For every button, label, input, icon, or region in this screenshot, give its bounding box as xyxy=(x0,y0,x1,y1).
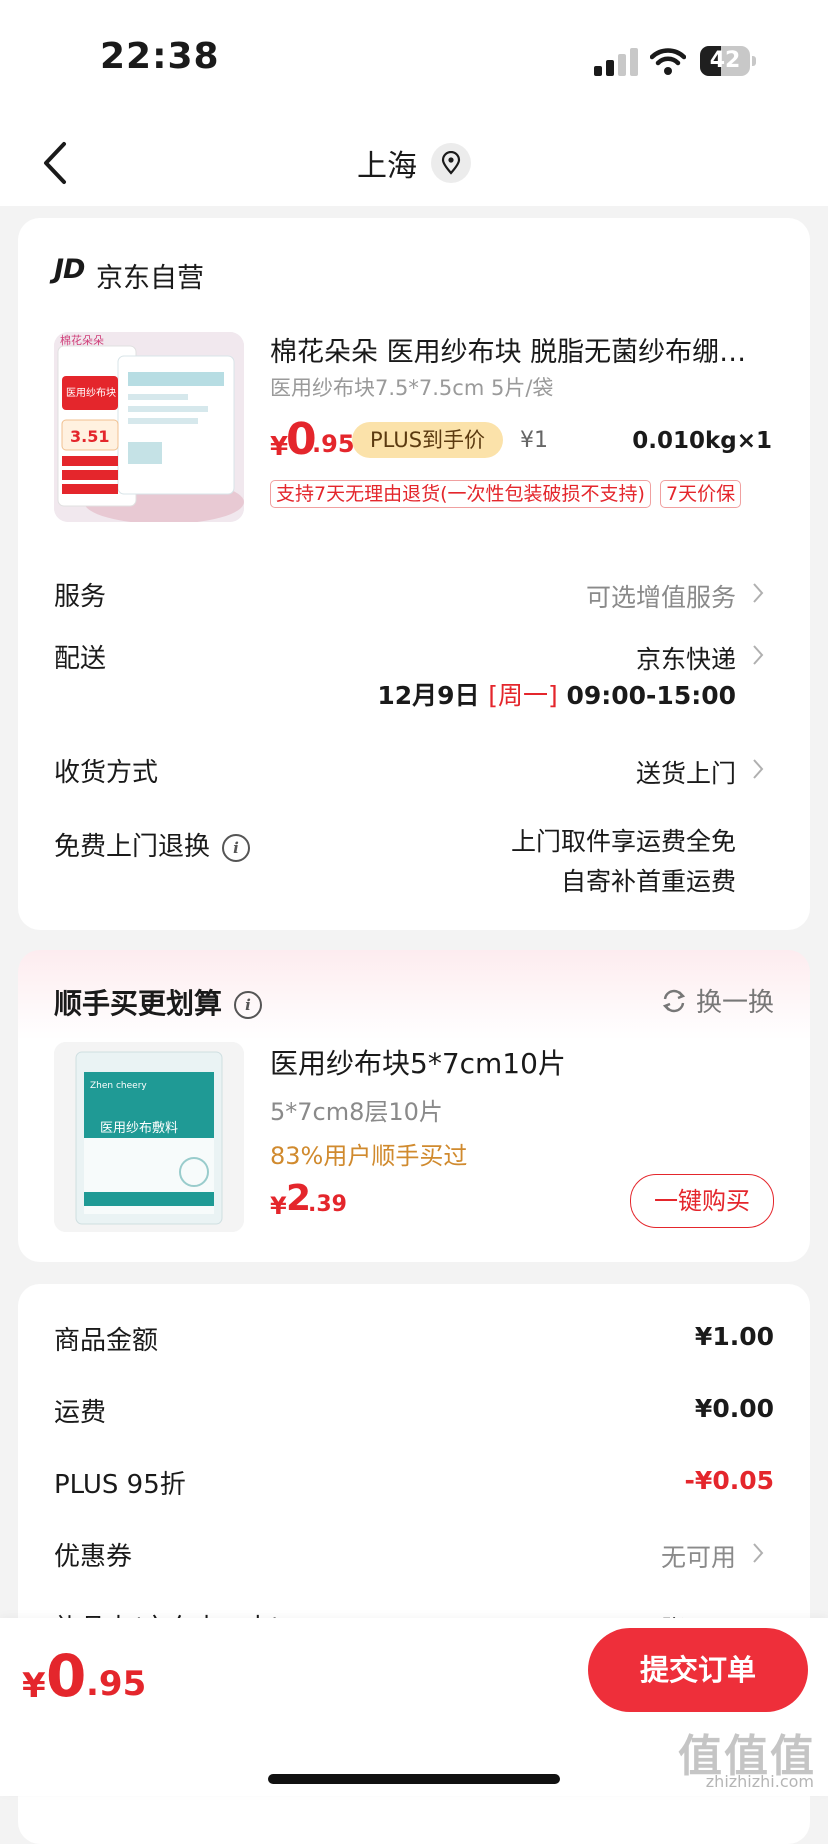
addon-product-title[interactable]: 医用纱布块5*7cm10片 xyxy=(270,1042,566,1082)
status-time: 22:38 xyxy=(100,36,220,77)
addon-recommendation-card: 顺手买更划算 i 换一换 Zhen cheery 医用纱布敷料 医用纱布块5*7c… xyxy=(18,950,810,1262)
goods-amount-value: ¥1.00 xyxy=(694,1322,774,1351)
addon-image-brand: Zhen cheery xyxy=(90,1081,147,1091)
plus-price-badge: PLUS到手价 xyxy=(352,422,504,458)
addon-section-title: 顺手买更划算 xyxy=(54,987,223,1020)
product-weight-quantity: 0.010kg×1 xyxy=(632,428,772,454)
shipping-fee-value: ¥0.00 xyxy=(694,1394,774,1423)
free-return-line1: 上门取件享运费全免 xyxy=(510,827,736,856)
submit-order-button[interactable]: 提交订单 xyxy=(588,1628,808,1712)
jd-logo: JD xyxy=(54,254,85,285)
status-bar: 22:38 42 xyxy=(0,0,828,120)
product-spec: 医用纱布块7.5*7.5cm 5片/袋 xyxy=(270,376,554,400)
watermark-url: zhizhizhi.com xyxy=(705,1772,814,1791)
total-price-integer: 0 xyxy=(46,1642,87,1710)
free-return-line2: 自寄补首重运费 xyxy=(560,867,736,896)
chevron-right-icon[interactable] xyxy=(750,756,766,782)
price-protection-tag: 7天价保 xyxy=(660,480,742,508)
addon-image-label: 医用纱布敷料 xyxy=(100,1121,178,1136)
service-value[interactable]: 可选增值服务 xyxy=(586,578,736,614)
refresh-icon xyxy=(662,989,686,1012)
product-image-label: 医用纱布块 xyxy=(66,387,116,399)
nav-title-group[interactable]: 上海 xyxy=(0,120,828,206)
product-image-price: 3.51 xyxy=(70,427,109,446)
total-price-decimal: .95 xyxy=(86,1664,147,1704)
delivery-time-window: 09:00-15:00 xyxy=(566,681,736,710)
return-policy-tag: 支持7天无理由退货(一次性包装破损不支持) xyxy=(270,480,651,508)
delivery-value[interactable]: 京东快递 xyxy=(636,640,736,676)
info-icon[interactable]: i xyxy=(222,833,251,862)
coupon-label: 优惠券 xyxy=(54,1542,133,1572)
receive-method-value[interactable]: 送货上门 xyxy=(636,754,736,790)
price-decimal: .95 xyxy=(312,430,355,458)
coupon-value[interactable]: 无可用 xyxy=(661,1538,736,1574)
receive-method-label: 收货方式 xyxy=(54,758,159,788)
product-title[interactable]: 棉花朵朵 医用纱布块 脱脂无菌纱布绷… xyxy=(270,330,770,369)
home-indicator[interactable] xyxy=(268,1774,560,1784)
product-image-brand: 棉花朵朵 xyxy=(60,333,104,347)
checkout-footer: ¥ 0 .95 提交订单 值值值 zhizhizhi.com xyxy=(0,1618,828,1796)
plus-discount-label: PLUS 95折 xyxy=(54,1470,186,1500)
free-return-label-group: 免费上门退换 i xyxy=(54,826,251,863)
wifi-icon xyxy=(650,48,686,75)
info-icon[interactable]: i xyxy=(234,991,263,1019)
addon-product-image[interactable]: Zhen cheery 医用纱布敷料 xyxy=(54,1042,244,1232)
swap-label: 换一换 xyxy=(695,988,774,1018)
addon-price-decimal: .39 xyxy=(308,1192,347,1217)
addon-product-spec: 5*7cm8层10片 xyxy=(270,1098,443,1126)
order-card: JD 京东自营 棉花朵朵 医用纱布块 3.51 棉花朵朵 医用纱布块 脱脂无菌纱… xyxy=(18,218,810,930)
nav-title: 上海 xyxy=(357,149,417,184)
free-return-label: 免费上门退换 xyxy=(54,832,211,862)
delivery-date-day: 12月9日 xyxy=(377,681,480,710)
store-name[interactable]: 京东自营 xyxy=(96,256,204,295)
service-label: 服务 xyxy=(54,582,107,612)
addon-price-symbol: ¥ xyxy=(270,1192,287,1220)
cellular-signal-icon xyxy=(594,48,638,76)
total-price-symbol: ¥ xyxy=(22,1666,46,1706)
battery-icon: 42 xyxy=(700,46,756,76)
addon-purchase-hint: 83%用户顺手买过 xyxy=(270,1142,468,1170)
goods-amount-label: 商品金额 xyxy=(54,1326,159,1356)
swap-button[interactable]: 换一换 xyxy=(660,982,774,1019)
delivery-label: 配送 xyxy=(54,644,107,674)
delivery-date[interactable]: 12月9日 [周一] 09:00-15:00 xyxy=(377,676,736,712)
chevron-right-icon[interactable] xyxy=(750,642,766,668)
one-click-buy-button[interactable]: 一键购买 xyxy=(630,1174,774,1228)
chevron-right-icon[interactable] xyxy=(750,1540,766,1566)
plus-discount-value: -¥0.05 xyxy=(684,1466,774,1495)
battery-level: 42 xyxy=(709,48,741,73)
shipping-fee-label: 运费 xyxy=(54,1398,107,1428)
product-image[interactable]: 棉花朵朵 医用纱布块 3.51 xyxy=(54,332,244,522)
location-pin-icon[interactable] xyxy=(431,143,471,183)
addon-section-title-group: 顺手买更划算 i xyxy=(54,982,263,1022)
chevron-right-icon[interactable] xyxy=(750,580,766,606)
nav-bar: 上海 xyxy=(0,120,828,206)
original-price: ¥1 xyxy=(520,428,548,453)
delivery-weekday: [周一] xyxy=(488,681,558,710)
